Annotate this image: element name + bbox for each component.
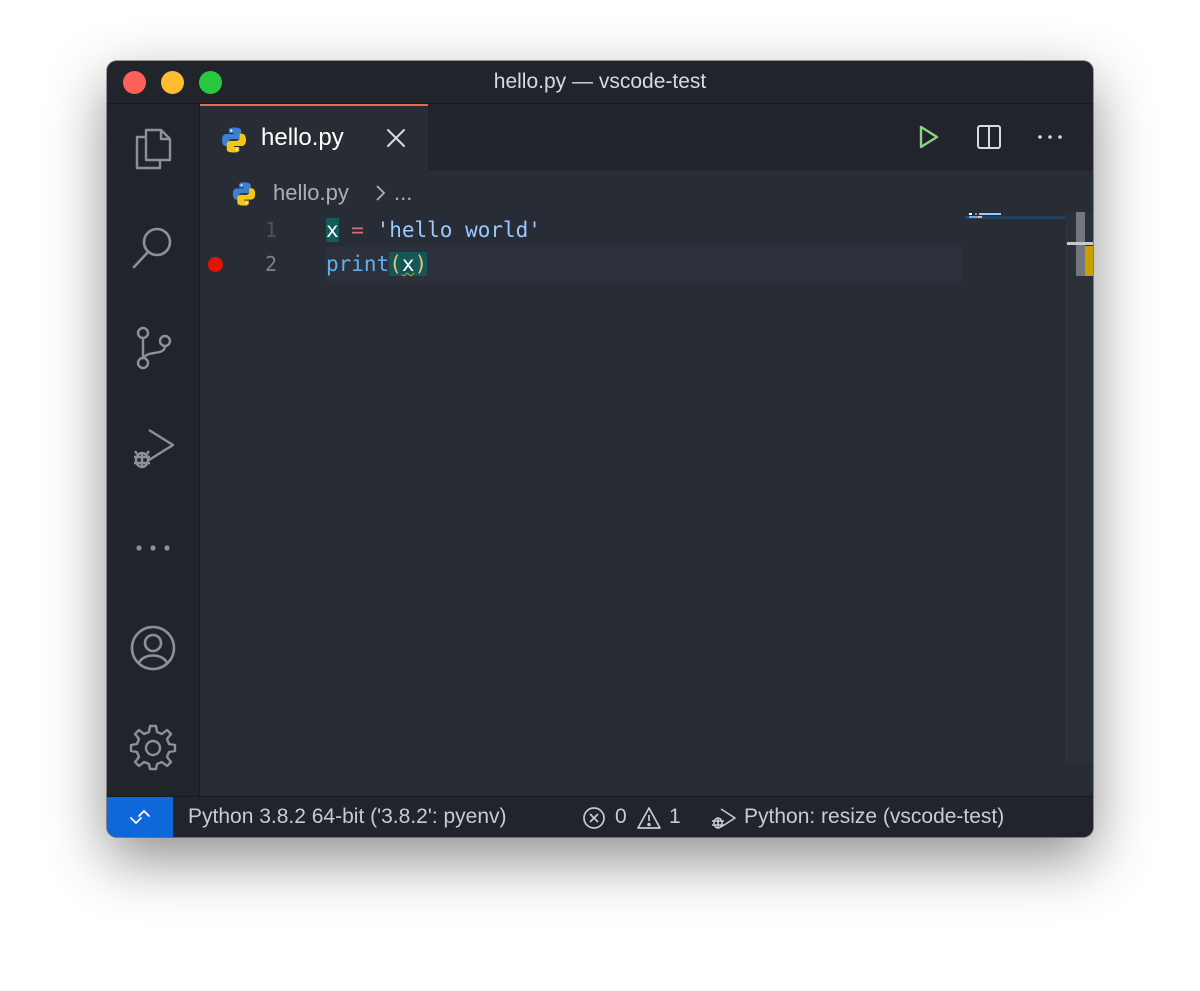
- token-string: 'hello world': [376, 218, 541, 242]
- settings-icon[interactable]: [129, 723, 177, 771]
- python-interpreter-status[interactable]: Python 3.8.2 64-bit ('3.8.2': pyenv): [188, 797, 507, 837]
- error-count[interactable]: 0: [615, 797, 627, 837]
- vertical-scrollbar[interactable]: [1066, 212, 1093, 764]
- token-function: print: [326, 252, 390, 276]
- search-icon[interactable]: [129, 223, 177, 271]
- source-control-icon[interactable]: [129, 324, 177, 372]
- warning-count[interactable]: 1: [669, 797, 681, 837]
- close-icon[interactable]: [384, 126, 408, 150]
- python-file-icon: [231, 181, 257, 215]
- breadcrumb-file[interactable]: hello.py: [273, 178, 349, 208]
- split-editor-icon[interactable]: [976, 124, 1002, 150]
- chevron-right-icon: [373, 178, 389, 216]
- breakpoint-icon[interactable]: [208, 257, 223, 272]
- line-number: 1: [264, 218, 277, 242]
- tab-label: hello.py: [261, 124, 344, 151]
- python-file-icon: [220, 126, 248, 159]
- tab-hello-py[interactable]: hello.py: [200, 104, 428, 170]
- run-debug-icon[interactable]: [129, 424, 177, 472]
- tab-bar: hello.py: [200, 104, 1093, 170]
- token-argument: x: [401, 252, 415, 276]
- debug-icon[interactable]: [710, 806, 738, 836]
- token-bracket: (: [389, 252, 402, 276]
- more-actions-icon[interactable]: [1037, 124, 1063, 150]
- debug-configuration-status[interactable]: Python: resize (vscode-test): [744, 797, 1004, 837]
- token-operator: =: [338, 218, 377, 242]
- line-number: 2: [264, 252, 277, 276]
- window-title: hello.py — vscode-test: [493, 70, 707, 93]
- code-line[interactable]: print(x): [326, 247, 428, 281]
- status-bar: Python 3.8.2 64-bit ('3.8.2': pyenv) 0 1…: [107, 796, 1093, 837]
- token-bracket: ): [414, 252, 428, 276]
- breadcrumb-symbols[interactable]: ...: [394, 178, 412, 208]
- scrollbar-cursor-marker: [1067, 242, 1093, 245]
- code-line[interactable]: x = 'hello world': [326, 213, 541, 247]
- activity-bar: [107, 104, 200, 796]
- token-variable: x: [326, 218, 339, 242]
- error-icon[interactable]: [582, 806, 606, 836]
- vscode-window: hello.py — vscode-test hello.py hello.py…: [107, 61, 1093, 837]
- run-icon[interactable]: [916, 124, 942, 150]
- warning-icon[interactable]: [636, 806, 662, 836]
- minimap[interactable]: [965, 212, 1065, 248]
- more-icon[interactable]: [129, 524, 177, 572]
- scrollbar-warning-marker: [1085, 246, 1093, 276]
- remote-indicator-button[interactable]: [107, 797, 173, 837]
- title-bar: hello.py — vscode-test: [107, 61, 1093, 104]
- files-icon[interactable]: [129, 124, 177, 172]
- account-icon[interactable]: [129, 624, 177, 672]
